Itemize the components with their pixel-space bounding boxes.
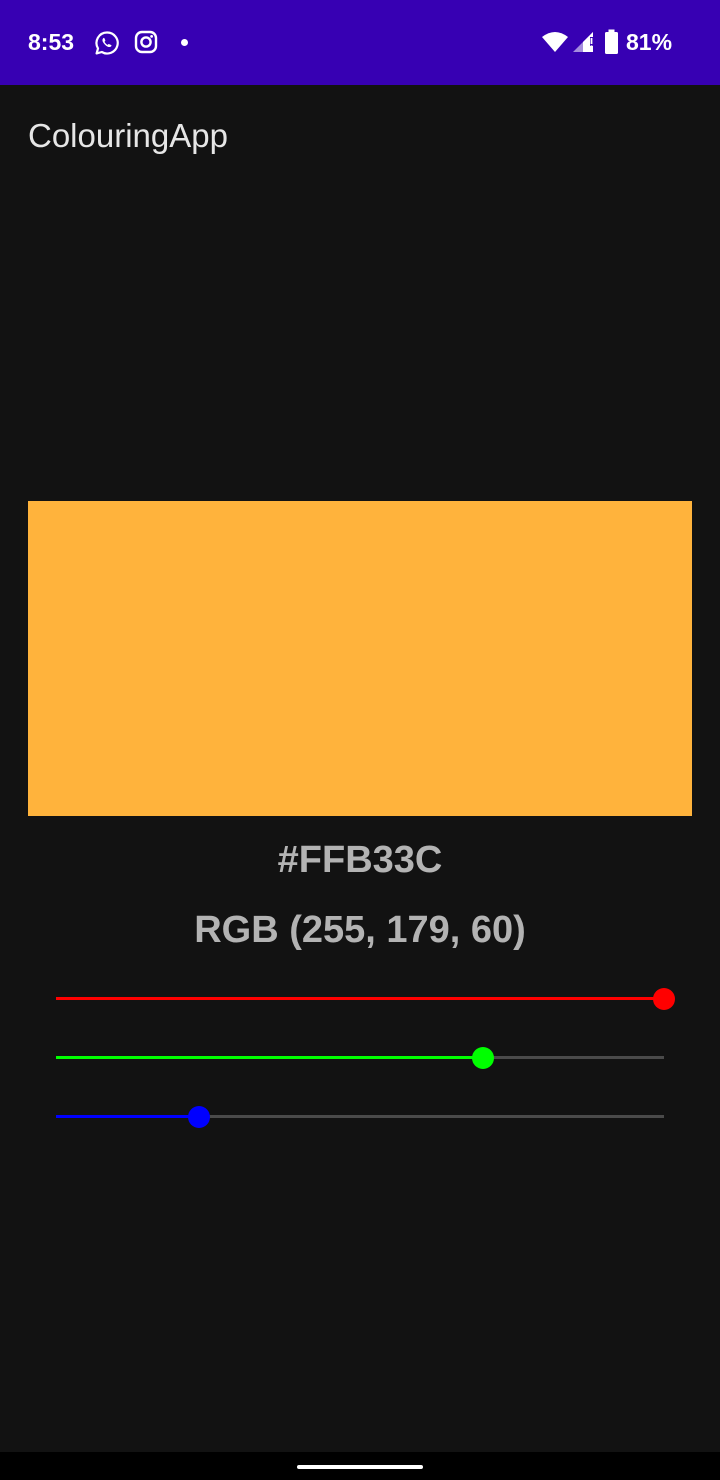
- blue-slider-thumb[interactable]: [188, 1106, 210, 1128]
- color-preview-swatch: [28, 501, 692, 816]
- blue-slider[interactable]: [56, 1102, 664, 1132]
- wifi-icon: [542, 32, 568, 52]
- signal-icon: [573, 32, 593, 52]
- red-slider-thumb[interactable]: [653, 988, 675, 1010]
- battery-level: 81%: [626, 29, 673, 55]
- home-gesture-handle[interactable]: [297, 1465, 423, 1469]
- whatsapp-icon: [95, 31, 119, 55]
- status-time: 8:53: [28, 29, 75, 55]
- battery-icon: [605, 29, 618, 54]
- green-slider-thumb[interactable]: [472, 1047, 494, 1069]
- navigation-bar: [0, 1452, 720, 1480]
- green-slider[interactable]: [56, 1043, 664, 1073]
- dot-icon: [181, 39, 188, 46]
- red-slider-fill: [56, 997, 664, 1000]
- rgb-value-text: RGB (255, 179, 60): [194, 909, 526, 951]
- blue-slider-fill: [56, 1115, 199, 1118]
- red-slider[interactable]: [56, 984, 675, 1014]
- green-slider-fill: [56, 1056, 483, 1059]
- app-title: ColouringApp: [28, 117, 228, 154]
- hex-value-text: #FFB33C: [277, 839, 443, 881]
- status-bar: 8:53 81%: [0, 0, 720, 85]
- instagram-icon: [134, 30, 158, 54]
